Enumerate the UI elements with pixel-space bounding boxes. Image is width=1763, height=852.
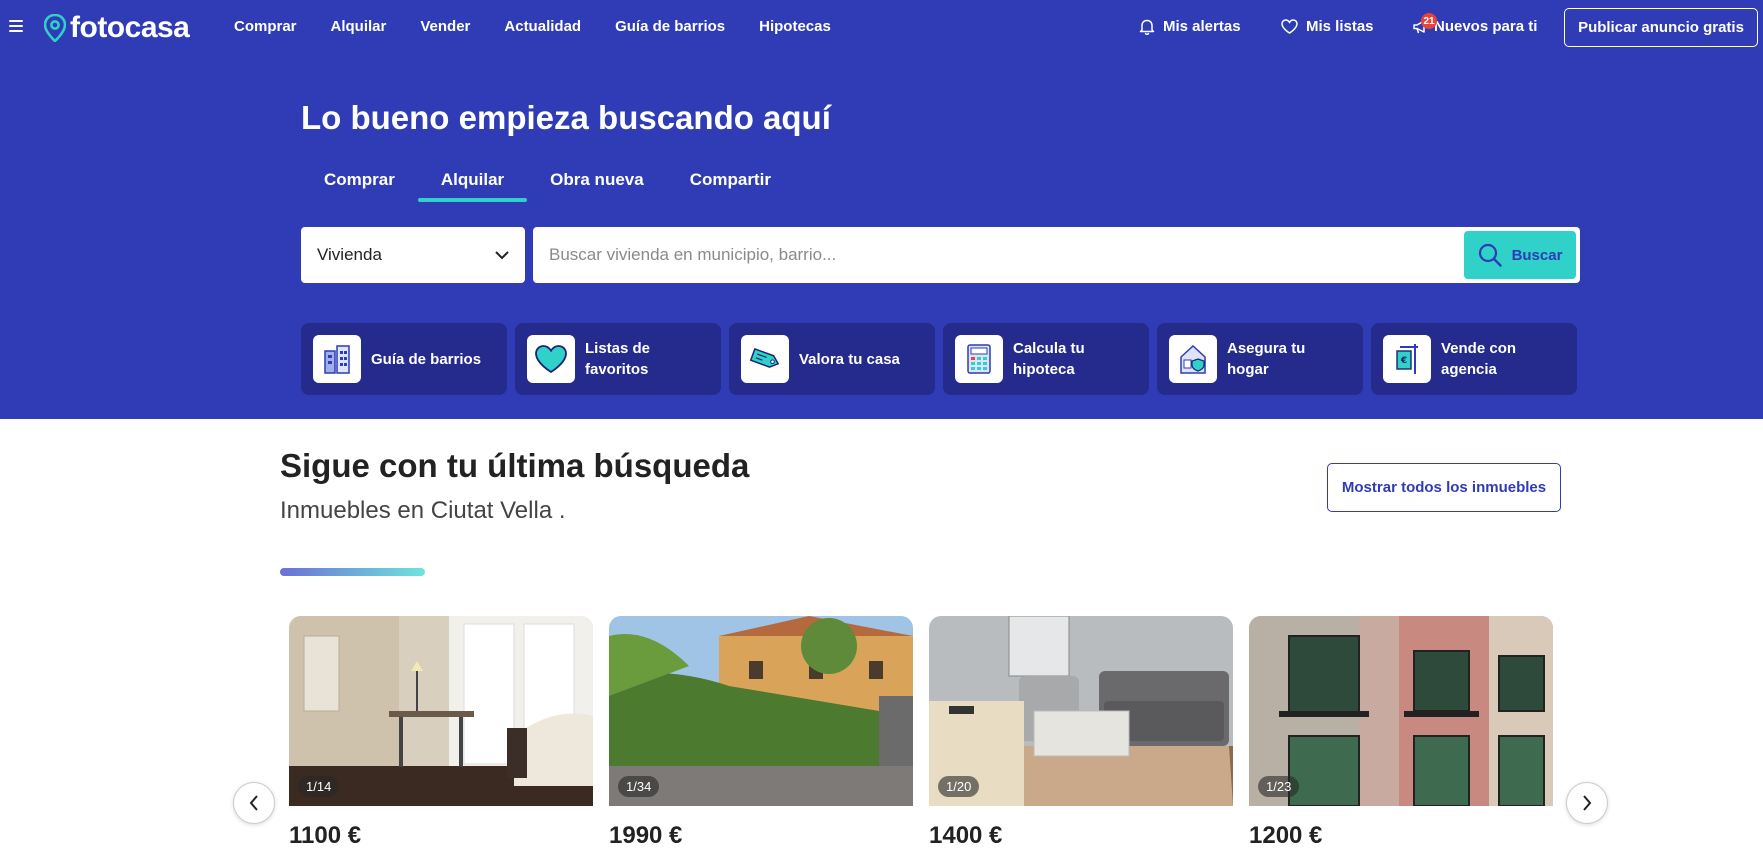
listing-card[interactable]: 1/34 1990 € [609, 616, 913, 850]
calculator-icon [955, 335, 1003, 383]
shortcut-valora-casa[interactable]: Valora tu casa [729, 323, 935, 395]
nav-vender[interactable]: Vender [420, 18, 470, 35]
chevron-down-icon [495, 250, 509, 259]
nav-hipotecas[interactable]: Hipotecas [759, 18, 831, 35]
fotocasa-logo[interactable]: fotocasa [44, 11, 190, 45]
buildings-icon [313, 335, 361, 383]
shortcut-calcula-hipoteca[interactable]: Calcula tu hipoteca [943, 323, 1149, 395]
chevron-left-icon [249, 795, 258, 811]
listing-price: 1400 € [929, 822, 1003, 849]
logo-text: fotocasa [70, 11, 190, 44]
listing-photo[interactable]: 1/23 [1249, 616, 1553, 806]
property-type-select[interactable]: Vivienda [301, 227, 525, 283]
search-bar: Buscar [533, 227, 1580, 283]
listing-photo[interactable]: 1/14 [289, 616, 593, 806]
photo-counter: 1/14 [298, 776, 340, 797]
tab-compartir[interactable]: Compartir [667, 168, 794, 202]
house-shield-icon [1169, 335, 1217, 383]
heart-outline-icon [1281, 19, 1298, 34]
shortcut-label: Listas de favoritos [585, 340, 651, 378]
svg-text:€: € [1400, 356, 1407, 366]
section-title: Sigue con tu última búsqueda [280, 447, 750, 484]
nav-actualidad[interactable]: Actualidad [504, 18, 581, 35]
main-nav: Comprar Alquilar Vender Actualidad Guía … [234, 18, 865, 35]
carousel-next-button[interactable] [1566, 782, 1608, 824]
shortcuts-row: Guía de barrios Listas de favoritos Valo… [301, 323, 1577, 395]
tab-obra-nueva[interactable]: Obra nueva [527, 168, 667, 202]
property-type-value: Vivienda [317, 245, 382, 264]
shortcut-guia-barrios[interactable]: Guía de barrios [301, 323, 507, 395]
tab-alquilar[interactable]: Alquilar [417, 168, 528, 202]
shortcut-label: Valora tu casa [799, 350, 900, 368]
search-button[interactable]: Buscar [1464, 231, 1576, 279]
show-all-button[interactable]: Mostrar todos los inmuebles [1327, 463, 1561, 512]
sale-sign-icon: € [1383, 335, 1431, 383]
operation-tabs: Comprar Alquilar Obra nueva Compartir [301, 168, 794, 202]
listing-price: 1990 € [609, 822, 683, 849]
nav-comprar[interactable]: Comprar [234, 18, 297, 35]
shortcut-label: Guía de barrios [371, 350, 482, 368]
hamburger-menu-icon[interactable] [9, 20, 23, 32]
notification-badge: 21 [1421, 13, 1437, 29]
price-tag-icon [741, 335, 789, 383]
hero-title: Lo bueno empieza buscando aquí [301, 99, 831, 136]
top-navbar: fotocasa Comprar Alquilar Vender Actuali… [0, 0, 1763, 56]
listing-photo[interactable]: 1/34 [609, 616, 913, 806]
photo-counter: 1/20 [938, 776, 980, 797]
listing-price: 1100 € [289, 822, 362, 849]
publish-ad-button[interactable]: Publicar anuncio gratis [1564, 8, 1758, 47]
photo-counter: 1/34 [618, 776, 660, 797]
bell-icon [1139, 19, 1155, 35]
listing-photo[interactable]: 1/20 [929, 616, 1233, 806]
shortcut-label: Vende con agencia [1441, 340, 1517, 378]
shortcut-label: Calcula tu hipoteca [1013, 340, 1085, 378]
search-input[interactable] [549, 227, 1429, 283]
location-pin-icon [44, 14, 66, 42]
lists-link[interactable]: Mis listas [1281, 18, 1374, 35]
chevron-right-icon [1583, 795, 1592, 811]
shortcut-listas-favoritos[interactable]: Listas de favoritos [515, 323, 721, 395]
search-icon [1478, 243, 1502, 267]
listing-card[interactable]: 1/14 1100 € [289, 616, 593, 850]
shortcut-label: Asegura tu hogar [1227, 340, 1306, 378]
carousel-prev-button[interactable] [233, 782, 275, 824]
lists-label: Mis listas [1306, 18, 1374, 35]
tab-comprar[interactable]: Comprar [301, 168, 418, 202]
listing-card[interactable]: 1/20 1400 € [929, 616, 1233, 850]
listing-card[interactable]: 1/23 1200 € [1249, 616, 1553, 850]
shortcut-asegura-hogar[interactable]: Asegura tu hogar [1157, 323, 1363, 395]
nav-guia-barrios[interactable]: Guía de barrios [615, 18, 725, 35]
nav-alquilar[interactable]: Alquilar [331, 18, 387, 35]
shortcut-vende-agencia[interactable]: € Vende con agencia [1371, 323, 1577, 395]
photo-counter: 1/23 [1258, 776, 1300, 797]
alerts-link[interactable]: Mis alertas [1139, 18, 1241, 35]
news-label: Nuevos para ti [1434, 18, 1538, 35]
listing-price: 1200 € [1249, 822, 1323, 849]
section-subtitle: Inmuebles en Ciutat Vella . [280, 497, 566, 524]
heart-icon [527, 335, 575, 383]
alerts-label: Mis alertas [1163, 18, 1241, 35]
search-button-label: Buscar [1511, 246, 1563, 264]
hero-banner: fotocasa Comprar Alquilar Vender Actuali… [0, 0, 1763, 419]
section-divider [280, 568, 425, 576]
